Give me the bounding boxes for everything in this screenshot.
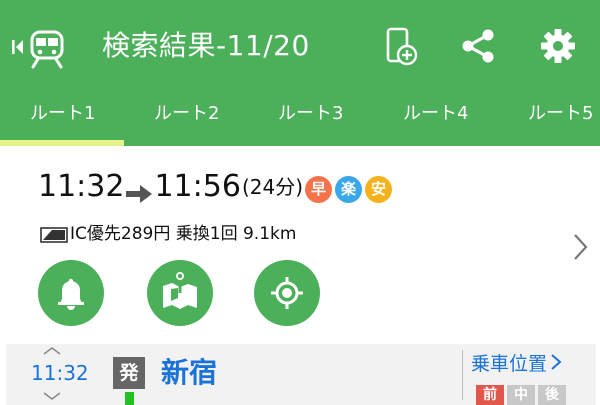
route-badges: 早楽安 [305, 176, 395, 204]
departure-time: 11:32 [31, 361, 89, 385]
station-name[interactable]: 新宿 [161, 354, 217, 392]
fare: IC優先289円 [70, 224, 171, 244]
ic-card-icon [40, 226, 68, 243]
tab-route-3[interactable]: ルート3 [278, 88, 343, 140]
arrow-right-icon [125, 176, 153, 203]
boarding-position-link[interactable]: 乗車位置 [471, 351, 562, 378]
share-icon[interactable] [459, 23, 497, 69]
chevron-right-icon[interactable] [570, 232, 590, 262]
car-front: 前 [476, 385, 504, 405]
car-rear: 後 [538, 385, 566, 405]
page-title: 検索結果-11/20 [102, 29, 310, 62]
car-middle: 中 [507, 385, 535, 405]
route-times: 11:32 11:56(24分) [38, 166, 303, 206]
distance: 9.1km [242, 224, 297, 244]
train-back-icon[interactable] [10, 30, 80, 70]
divider [462, 350, 463, 400]
station-row[interactable]: 11:32 発 新宿 乗車位置 前中後 [6, 344, 596, 405]
alarm-button[interactable] [38, 260, 104, 326]
gear-icon[interactable] [539, 23, 577, 69]
section-gap [0, 336, 600, 344]
depart-time: 11:32 [38, 168, 125, 204]
route-summary-panel[interactable]: 11:32 11:56(24分) 早楽安 IC優先289円 乗換1回 9.1km [0, 146, 600, 405]
map-button[interactable] [147, 260, 213, 326]
arrive-time: 11:56 [154, 168, 241, 204]
tab-route-2[interactable]: ルート2 [154, 88, 219, 140]
crosshair-icon [271, 277, 303, 309]
duration: (24分) [241, 174, 303, 199]
tab-route-4[interactable]: ルート4 [403, 88, 468, 140]
departure-badge: 発 [113, 357, 145, 389]
line-color-bar [125, 392, 134, 405]
cheap-badge: 安 [365, 176, 392, 203]
easy-badge: 楽 [335, 176, 362, 203]
boarding-position-label: 乗車位置 [471, 353, 548, 375]
chevron-right-icon [550, 352, 562, 378]
car-position: 前中後 [476, 384, 569, 405]
transfers: 乗換1回 [175, 224, 238, 244]
fast-badge: 早 [305, 176, 332, 203]
locate-button[interactable] [254, 260, 320, 326]
bell-icon [58, 278, 84, 310]
app-bar: 検索結果-11/20 ルート1 ルート2 ルート3 ルート4 ルート5 [0, 0, 600, 146]
route-tabs: ルート1 ルート2 ルート3 ルート4 ルート5 [0, 88, 600, 146]
tab-route-5[interactable]: ルート5 [528, 88, 593, 140]
map-pin-icon [163, 270, 197, 309]
phone-add-icon[interactable] [383, 23, 421, 69]
tab-route-1[interactable]: ルート1 [30, 88, 95, 140]
route-details: IC優先289円 乗換1回 9.1km [40, 222, 296, 246]
